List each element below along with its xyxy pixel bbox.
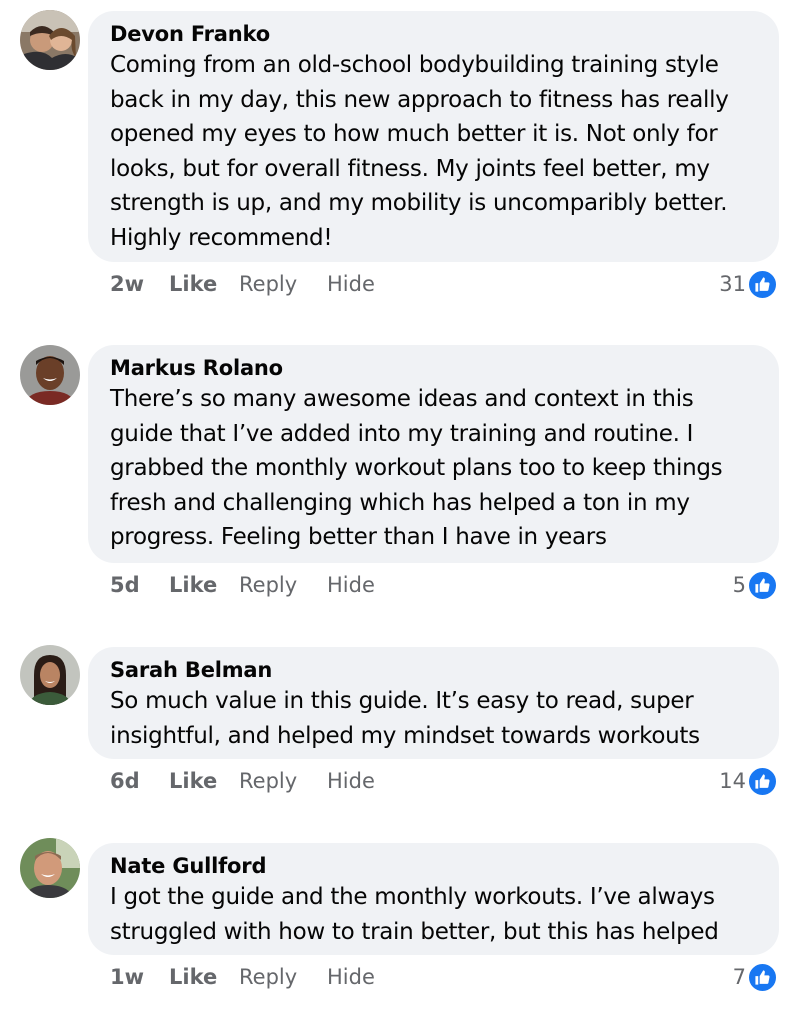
comment-bubble: Nate Gullford I got the guide and the mo… [88, 843, 779, 955]
like-button[interactable]: Like [169, 570, 217, 600]
comment-author[interactable]: Sarah Belman [110, 657, 761, 683]
like-button[interactable]: Like [169, 962, 217, 992]
comment-author[interactable]: Markus Rolano [110, 355, 761, 381]
reaction-summary[interactable]: 5 [733, 569, 778, 601]
reaction-count: 5 [732, 573, 746, 597]
reaction-summary[interactable]: 31 [719, 268, 778, 300]
comment-timestamp[interactable]: 1w [110, 962, 144, 992]
comment-timestamp[interactable]: 2w [110, 269, 144, 299]
thumbs-up-icon [747, 961, 778, 993]
avatar[interactable] [20, 10, 80, 70]
hide-button[interactable]: Hide [327, 766, 375, 796]
thumbs-up-icon [747, 268, 778, 300]
reaction-count: 14 [719, 769, 746, 793]
reaction-summary[interactable]: 14 [719, 765, 778, 797]
reply-button[interactable]: Reply [239, 570, 297, 600]
reply-button[interactable]: Reply [239, 766, 297, 796]
reaction-count: 7 [732, 965, 746, 989]
comment-author[interactable]: Devon Franko [110, 21, 761, 47]
avatar[interactable] [20, 345, 80, 405]
comment-author[interactable]: Nate Gullford [110, 853, 761, 879]
hide-button[interactable]: Hide [327, 269, 375, 299]
avatar[interactable] [20, 838, 80, 898]
avatar[interactable] [20, 645, 80, 705]
like-button[interactable]: Like [169, 269, 217, 299]
reply-button[interactable]: Reply [239, 269, 297, 299]
reaction-summary[interactable]: 7 [733, 961, 778, 993]
like-button[interactable]: Like [169, 766, 217, 796]
reply-button[interactable]: Reply [239, 962, 297, 992]
comment-text: So much value in this guide. It’s easy t… [110, 688, 700, 749]
comment-text: There’s so many awesome ideas and contex… [110, 386, 723, 550]
comment-bubble: Devon Franko Coming from an old-school b… [88, 11, 779, 262]
comment-timestamp[interactable]: 5d [110, 570, 140, 600]
thumbs-up-icon [747, 569, 778, 601]
comment-text: Coming from an old-school bodybuilding t… [110, 52, 729, 251]
thumbs-up-icon [747, 765, 778, 797]
comment-bubble: Markus Rolano There’s so many awesome id… [88, 345, 779, 563]
hide-button[interactable]: Hide [327, 570, 375, 600]
comment-text: I got the guide and the monthly workouts… [110, 884, 719, 945]
comment-timestamp[interactable]: 6d [110, 766, 140, 796]
hide-button[interactable]: Hide [327, 962, 375, 992]
reaction-count: 31 [719, 272, 746, 296]
comment-bubble: Sarah Belman So much value in this guide… [88, 647, 779, 759]
